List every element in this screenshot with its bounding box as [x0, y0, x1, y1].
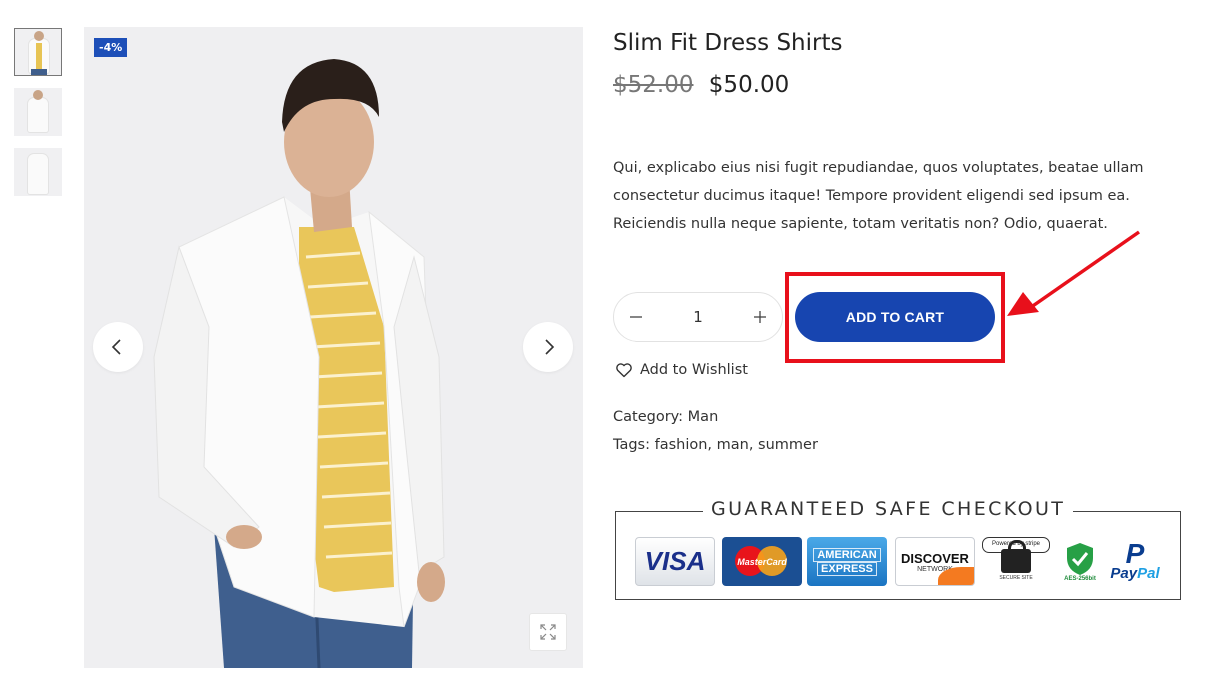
- thumbnail-side[interactable]: [14, 88, 62, 136]
- thumbnail-shirt-shape: [28, 98, 48, 132]
- paypal-wordmark: PayPal: [1110, 564, 1160, 582]
- thumbnail-shirt[interactable]: [14, 148, 62, 196]
- paypal-pay: Pay: [1110, 564, 1138, 582]
- thumbnail-front[interactable]: [14, 28, 62, 76]
- wishlist-label: Add to Wishlist: [640, 362, 748, 378]
- product-image: -4%: [84, 27, 583, 668]
- amex-line1: AMERICAN: [813, 547, 881, 562]
- shield-check-icon: [1067, 542, 1093, 575]
- old-price: $52.00: [613, 72, 694, 98]
- product-title: Slim Fit Dress Shirts: [613, 30, 843, 56]
- lock-icon: [1001, 539, 1031, 573]
- paypal-pal: Pal: [1137, 564, 1160, 582]
- minus-icon: [630, 316, 642, 318]
- current-price: $50.00: [708, 72, 790, 98]
- plus-icon: [753, 311, 766, 323]
- mastercard-logo: MasterCard: [722, 537, 802, 586]
- visa-logo: VISA: [635, 537, 715, 586]
- american-express-logo: AMERICAN EXPRESS: [807, 537, 887, 586]
- annotation-highlight-box: [785, 272, 1005, 363]
- paypal-p-mark: P: [1125, 537, 1145, 569]
- discount-badge: -4%: [94, 38, 128, 57]
- chevron-left-icon: [111, 339, 121, 355]
- thumbnail-jeans-shape: [31, 69, 47, 75]
- product-tags: Tags: fashion, man, summer: [613, 437, 818, 453]
- thumbnail-head-shape: [33, 90, 43, 100]
- thumbnail-list: [14, 28, 62, 208]
- previous-image-button[interactable]: [93, 322, 143, 372]
- thumbnail-head-shape: [34, 31, 44, 41]
- next-image-button[interactable]: [523, 322, 573, 372]
- amex-line2: EXPRESS: [817, 561, 877, 576]
- quantity-input[interactable]: 1: [693, 308, 703, 326]
- annotation-arrow-icon: [1007, 230, 1141, 316]
- safe-checkout-title: GUARANTEED SAFE CHECKOUT: [703, 498, 1074, 520]
- decrease-quantity-button[interactable]: [626, 307, 646, 327]
- safe-checkout-badge: GUARANTEED SAFE CHECKOUT VISA MasterCard…: [615, 498, 1181, 600]
- zoom-button[interactable]: [529, 613, 567, 651]
- paypal-logo: P PayPal: [1105, 537, 1165, 586]
- price-row: $52.00 $50.00: [613, 72, 789, 98]
- product-category: Category: Man: [613, 409, 719, 425]
- expand-icon: [540, 624, 556, 640]
- mastercard-label: MasterCard: [737, 556, 787, 567]
- discover-logo: DISCOVER NETWORK: [895, 537, 975, 586]
- aes-encryption-logo: AES-256bit: [1060, 537, 1100, 586]
- stripe-secure-logo: Powered by stripe SECURE SITE: [982, 537, 1050, 586]
- add-to-wishlist-link[interactable]: Add to Wishlist: [615, 361, 748, 379]
- thumbnail-shirt-shape: [28, 154, 48, 194]
- quantity-stepper: 1: [613, 292, 783, 342]
- increase-quantity-button[interactable]: [750, 307, 770, 327]
- model-illustration: [153, 59, 445, 668]
- aes-label: AES-256bit: [1064, 575, 1096, 582]
- heart-icon: [616, 363, 632, 378]
- discover-label: DISCOVER: [901, 550, 969, 566]
- stripe-bottom-label: SECURE SITE: [999, 574, 1033, 581]
- chevron-right-icon: [545, 339, 555, 355]
